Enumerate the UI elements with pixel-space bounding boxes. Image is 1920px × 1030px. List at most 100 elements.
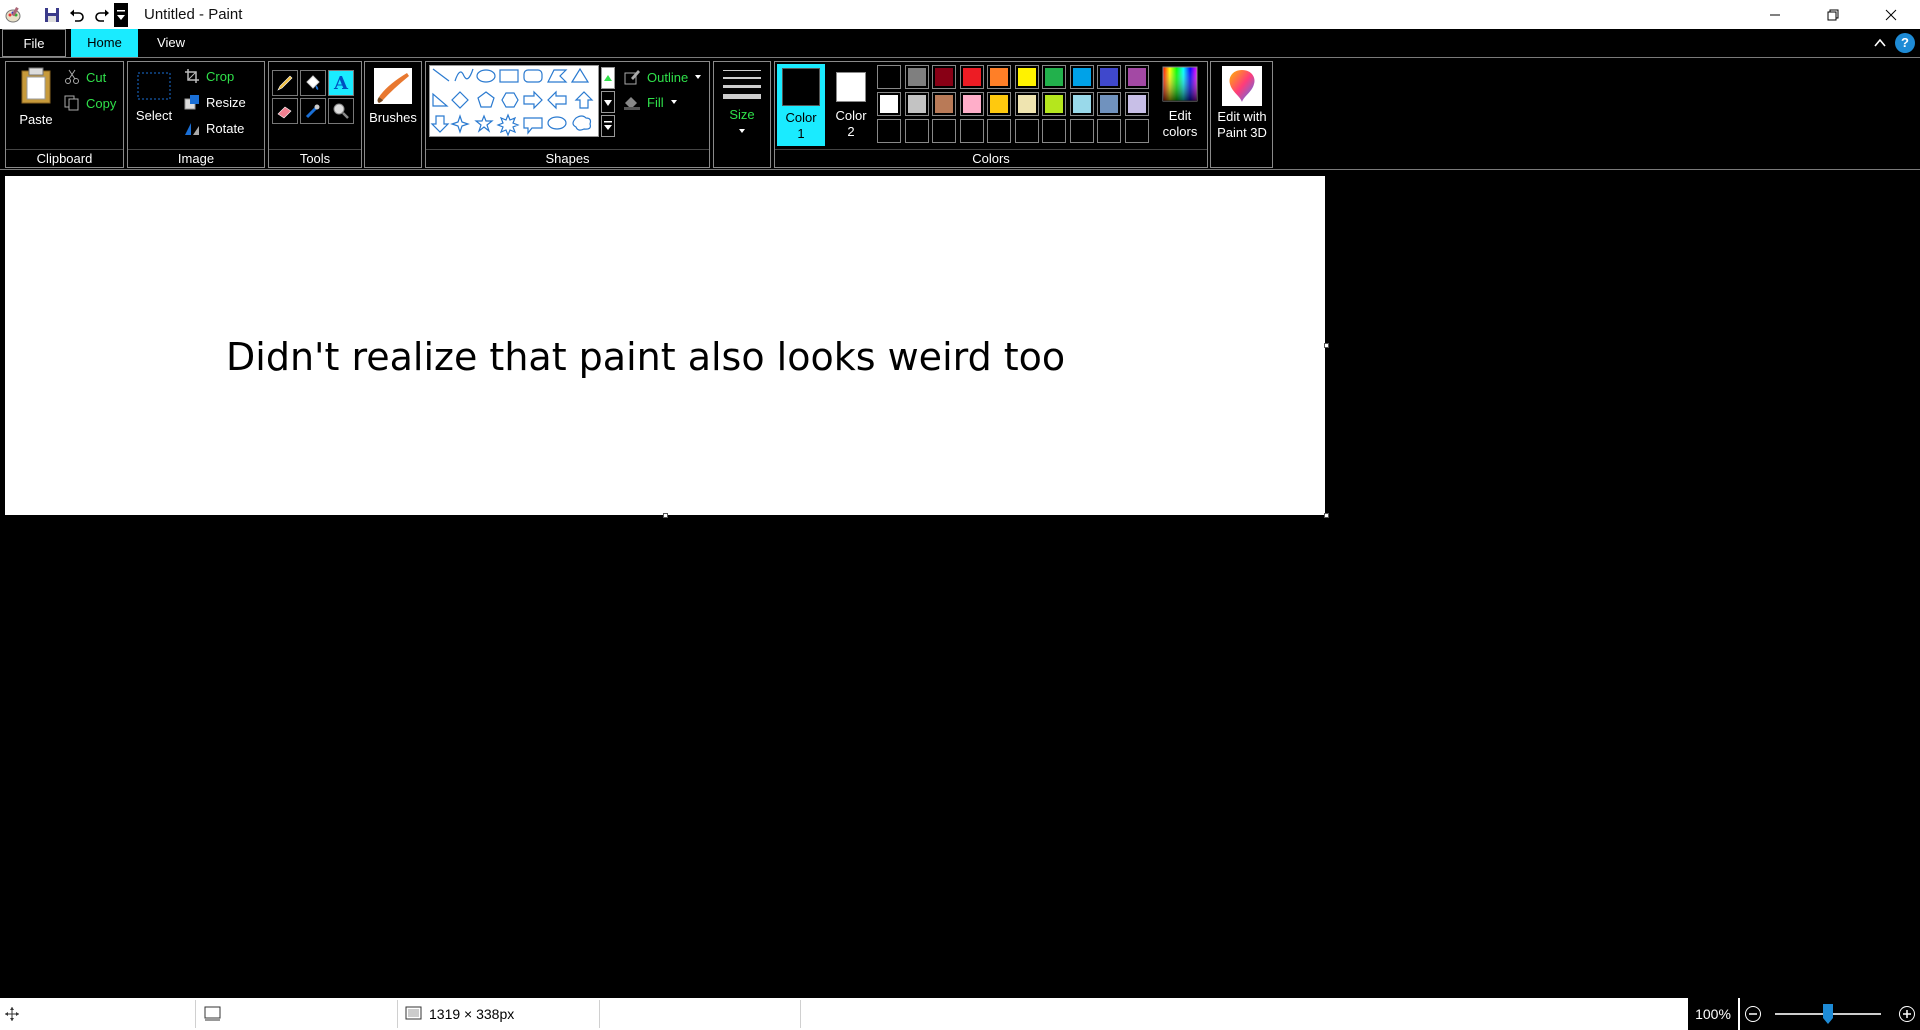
palette-swatch[interactable] — [877, 92, 901, 116]
palette-swatch-color — [1072, 68, 1091, 86]
palette-swatch-empty[interactable] — [1014, 119, 1039, 143]
close-icon[interactable] — [1862, 0, 1920, 29]
fill-bucket-icon[interactable] — [300, 70, 326, 96]
text-tool-icon[interactable]: A — [328, 70, 354, 96]
cut-button[interactable]: Cut — [64, 66, 106, 88]
save-icon[interactable] — [39, 2, 64, 27]
color2-swatch — [836, 72, 866, 102]
palette-swatch-color — [935, 68, 953, 86]
resize-button[interactable]: Resize — [184, 91, 246, 113]
palette-swatch[interactable] — [904, 65, 929, 89]
outline-button[interactable]: Outline — [623, 66, 702, 88]
resize-icon — [184, 95, 199, 110]
paste-button[interactable]: Paste — [10, 65, 62, 131]
edit-paint3d-label: Edit with Paint 3D — [1217, 109, 1267, 140]
image-size-icon — [405, 1006, 422, 1020]
palette-swatch-empty[interactable] — [1069, 119, 1094, 143]
palette-swatch-empty[interactable] — [877, 119, 901, 143]
palette-swatch-empty[interactable] — [932, 119, 956, 143]
palette-swatch[interactable] — [1124, 92, 1149, 116]
color2-button[interactable]: Color 2 — [827, 64, 875, 146]
eraser-icon[interactable] — [272, 98, 298, 124]
help-button[interactable]: ? — [1895, 33, 1915, 53]
edit-paint3d-button[interactable]: Edit with Paint 3D — [1212, 65, 1272, 147]
cut-label: Cut — [86, 69, 107, 85]
palette-swatch[interactable] — [987, 92, 1011, 116]
palette-swatch[interactable] — [904, 92, 929, 116]
outline-icon — [624, 70, 640, 85]
palette-swatch[interactable] — [987, 65, 1011, 89]
palette-swatch-color — [962, 68, 981, 86]
palette-swatch[interactable] — [932, 92, 956, 116]
palette-swatch-empty[interactable] — [904, 119, 929, 143]
palette-swatch[interactable] — [1042, 92, 1066, 116]
tab-view[interactable]: View — [140, 29, 202, 57]
paste-label: Paste — [19, 112, 53, 127]
zoom-out-icon[interactable] — [1744, 1005, 1762, 1023]
brush-icon — [374, 68, 412, 104]
palette-swatch-empty[interactable] — [1097, 119, 1121, 143]
palette-swatch-empty[interactable] — [987, 119, 1011, 143]
canvas-resize-handle-right[interactable] — [1324, 343, 1329, 348]
palette-swatch[interactable] — [1069, 92, 1094, 116]
palette-swatch[interactable] — [1042, 65, 1066, 89]
select-button[interactable]: Select — [131, 65, 177, 131]
size-button[interactable]: Size — [716, 65, 768, 145]
status-separator — [397, 1000, 398, 1028]
color-palette — [877, 65, 1153, 147]
gallery-expand-icon[interactable] — [601, 115, 615, 137]
minimize-icon[interactable] — [1746, 0, 1804, 29]
palette-swatch[interactable] — [932, 65, 956, 89]
palette-swatch[interactable] — [959, 65, 984, 89]
size-dropdown-icon — [739, 129, 745, 133]
copy-button[interactable]: Copy — [64, 92, 116, 114]
edit-colors-label: Edit colors — [1162, 108, 1198, 139]
canvas-resize-handle-bottom[interactable] — [663, 513, 668, 518]
paint-app-icon[interactable] — [0, 2, 25, 27]
rotate-button[interactable]: Rotate — [184, 117, 244, 139]
palette-swatch[interactable] — [1124, 65, 1149, 89]
collapse-ribbon-icon[interactable] — [1872, 35, 1888, 51]
color1-button[interactable]: Color 1 — [777, 64, 825, 146]
tab-home[interactable]: Home — [71, 29, 138, 57]
drawing-canvas[interactable]: Didn't realize that paint also looks wei… — [5, 176, 1325, 515]
palette-swatch[interactable] — [1097, 65, 1121, 89]
brushes-label: Brushes — [369, 110, 417, 125]
fill-button[interactable]: Fill — [623, 91, 678, 113]
zoom-slider-thumb[interactable] — [1823, 1004, 1833, 1024]
palette-swatch[interactable] — [877, 65, 901, 89]
palette-swatch-empty[interactable] — [1124, 119, 1149, 143]
customize-toolbar-icon[interactable] — [114, 2, 128, 27]
palette-swatch-color — [1127, 95, 1146, 113]
fill-icon — [624, 97, 640, 110]
window-controls — [1746, 0, 1920, 29]
brushes-button[interactable]: Brushes — [366, 65, 420, 145]
palette-swatch-empty[interactable] — [1042, 119, 1066, 143]
restore-icon[interactable] — [1804, 0, 1862, 29]
gallery-scroll-up-icon[interactable] — [601, 67, 615, 89]
edit-colors-button[interactable]: Edit colors — [1155, 64, 1205, 146]
palette-swatch[interactable] — [1097, 92, 1121, 116]
undo-icon[interactable] — [64, 2, 89, 27]
palette-swatch[interactable] — [1014, 92, 1039, 116]
color-picker-icon[interactable] — [300, 98, 326, 124]
palette-swatch[interactable] — [1014, 65, 1039, 89]
status-separator — [599, 1000, 600, 1028]
zoom-in-icon[interactable] — [1898, 1005, 1916, 1023]
palette-swatch-color — [880, 95, 898, 113]
redo-icon[interactable] — [89, 2, 114, 27]
gallery-scroll-down-icon[interactable] — [601, 91, 615, 113]
palette-swatch-color — [880, 68, 898, 86]
palette-swatch[interactable] — [1069, 65, 1094, 89]
palette-swatch-empty[interactable] — [959, 119, 984, 143]
canvas-resize-handle-corner[interactable] — [1324, 513, 1329, 518]
color-spectrum-icon — [1162, 66, 1198, 102]
tab-file[interactable]: File — [2, 29, 66, 57]
crop-button[interactable]: Crop — [184, 65, 234, 87]
palette-swatch[interactable] — [959, 92, 984, 116]
shapes-gallery[interactable] — [429, 65, 599, 137]
canvas-text[interactable]: Didn't realize that paint also looks wei… — [226, 335, 1065, 379]
magnifier-icon[interactable] — [328, 98, 354, 124]
image-group: Select Crop Resize Rotate Image — [127, 61, 265, 168]
pencil-icon[interactable] — [272, 70, 298, 96]
